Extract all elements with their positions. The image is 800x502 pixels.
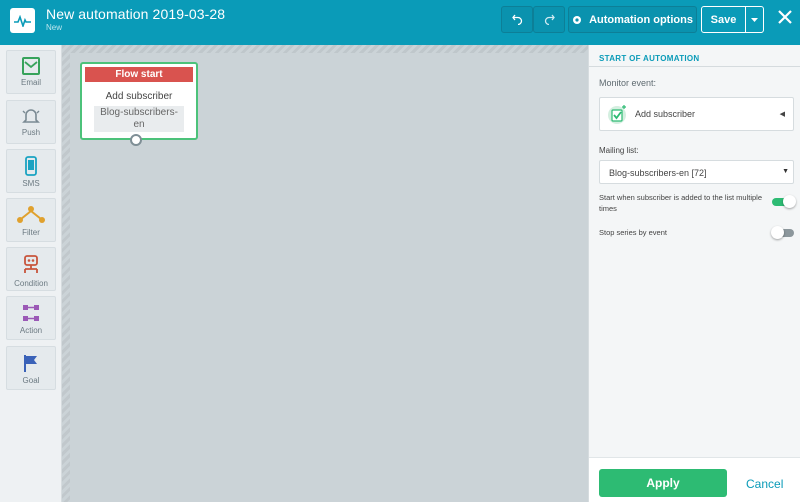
toolbox-item-goal[interactable]: Goal <box>6 346 56 390</box>
automation-options-label: Automation options <box>589 13 693 26</box>
phone-icon <box>25 156 37 176</box>
node-header: Flow start <box>85 67 193 82</box>
save-label: Save <box>710 13 737 26</box>
monitor-event-select[interactable]: Add subscriber ◀ <box>599 97 794 131</box>
top-bar: New automation 2019-03-28 New Automation… <box>0 0 800 45</box>
node-list: Blog-subscribers-en <box>94 106 184 132</box>
toolbox-item-email[interactable]: Email <box>6 50 56 94</box>
panel-title: START OF AUTOMATION <box>599 54 700 63</box>
toolbox-label: Email <box>20 78 41 87</box>
panel-footer: Apply Cancel <box>589 457 800 502</box>
mailing-list-label: Mailing list: <box>599 146 639 155</box>
caret-left-icon: ◀ <box>779 111 785 118</box>
toolbox-label: Push <box>21 128 41 137</box>
settings-panel: START OF AUTOMATION Monitor event: Add s… <box>588 45 800 502</box>
option-stop-by-event-label: Stop series by event <box>599 228 667 237</box>
filter-icon <box>17 206 45 223</box>
page-title[interactable]: New automation 2019-03-28 <box>46 6 225 22</box>
monitor-event-label: Monitor event: <box>599 78 657 88</box>
toolbox-item-condition[interactable]: Condition <box>6 247 56 291</box>
email-icon <box>22 57 40 75</box>
toggle-multiple-times[interactable] <box>772 195 796 208</box>
toolbox-label: Action <box>19 326 43 335</box>
close-icon <box>778 10 792 24</box>
gear-icon <box>573 15 582 24</box>
pulse-icon <box>14 14 31 27</box>
flag-icon <box>24 355 37 372</box>
toolbox-label: Goal <box>22 376 40 385</box>
node-event: Add subscriber <box>105 91 173 102</box>
toggle-knob <box>771 226 784 239</box>
mailing-list-select[interactable]: Blog-subscribers-en [72] ▼ <box>599 160 794 184</box>
toolbox-item-action[interactable]: Action <box>6 296 56 340</box>
automation-options-button[interactable]: Automation options <box>568 6 697 33</box>
condition-icon <box>24 255 38 273</box>
option-multiple-times-label: Start when subscriber is added to the li… <box>599 193 762 213</box>
node-connector[interactable] <box>130 134 142 146</box>
chevron-down-icon <box>751 17 758 22</box>
save-dropdown-button[interactable] <box>745 6 764 33</box>
status-label: New <box>46 23 63 32</box>
close-button[interactable] <box>774 6 796 28</box>
bell-icon <box>22 109 40 123</box>
toolbox-sidebar: Email Push SMS Filter Condition Action G… <box>0 45 62 502</box>
canvas-stripe <box>70 45 588 53</box>
redo-button[interactable] <box>533 6 565 33</box>
toolbox-label: Filter <box>22 228 40 237</box>
flow-start-node[interactable]: Flow start Add subscriber Blog-subscribe… <box>80 62 198 140</box>
panel-divider <box>589 66 800 67</box>
undo-icon <box>511 14 522 25</box>
undo-button[interactable] <box>501 6 533 33</box>
apply-button[interactable]: Apply <box>599 469 727 497</box>
cancel-link[interactable]: Cancel <box>746 477 783 491</box>
save-button[interactable]: Save <box>701 6 746 33</box>
app-logo[interactable] <box>10 8 35 33</box>
add-subscriber-icon <box>608 105 626 124</box>
toggle-stop-by-event[interactable] <box>771 226 794 239</box>
action-icon <box>23 305 39 321</box>
toolbox-item-push[interactable]: Push <box>6 100 56 144</box>
chevron-down-icon: ▼ <box>782 168 789 175</box>
toolbox-item-sms[interactable]: SMS <box>6 149 56 193</box>
monitor-event-value: Add subscriber <box>635 109 696 119</box>
toolbox-label: Condition <box>14 279 48 288</box>
toggle-knob <box>783 195 796 208</box>
mailing-list-value: Blog-subscribers-en [72] <box>609 168 707 178</box>
toolbox-label: SMS <box>22 179 40 188</box>
redo-icon <box>544 14 555 25</box>
toolbox-item-filter[interactable]: Filter <box>6 198 56 242</box>
